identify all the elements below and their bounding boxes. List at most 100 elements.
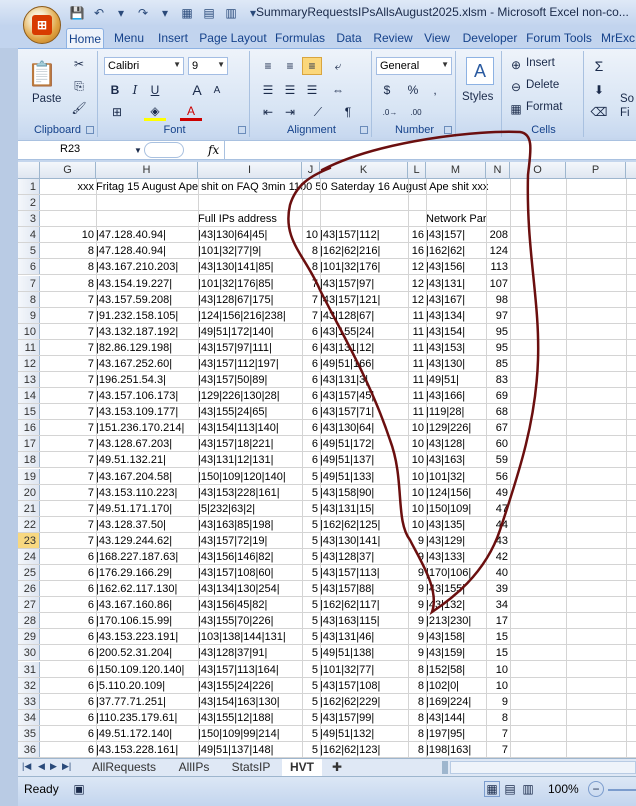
tab-review[interactable]: Review	[372, 28, 414, 48]
macro-record-icon[interactable]: ▣	[70, 781, 88, 797]
cell-n[interactable]: 113	[486, 259, 510, 274]
text-direction-icon[interactable]: ¶	[336, 103, 360, 121]
cell-g[interactable]: 6	[40, 710, 96, 725]
cell-j[interactable]: 5	[302, 533, 320, 548]
cell-m[interactable]: |43|130|	[426, 356, 486, 371]
save-icon[interactable]: 💾	[68, 4, 86, 22]
cell-h[interactable]: |43.154.19.227|	[96, 276, 198, 291]
cell-m[interactable]: |43|163|	[426, 452, 486, 467]
cell-l[interactable]: 8	[408, 726, 426, 741]
row-header[interactable]: 29	[18, 629, 40, 645]
cell-m[interactable]: |43|144|	[426, 710, 486, 725]
paste-icon[interactable]: 📋	[26, 57, 58, 91]
row-header[interactable]: 4	[18, 227, 40, 243]
row-header[interactable]: 3	[18, 211, 40, 227]
cell-h[interactable]: |43.157.59.208|	[96, 292, 198, 307]
column-header-n[interactable]: N	[486, 162, 510, 179]
row-header[interactable]: 8	[18, 291, 40, 307]
cell-m[interactable]: |43|129|	[426, 533, 486, 548]
cell-m[interactable]: |43|153|	[426, 340, 486, 355]
row-header[interactable]: 32	[18, 677, 40, 693]
cell-l[interactable]: 10	[408, 420, 426, 435]
cell-j[interactable]: 5	[302, 742, 320, 757]
prev-sheet-icon[interactable]: ◀	[38, 761, 45, 772]
cell-j[interactable]: 10	[302, 227, 320, 242]
tab-forum-tools[interactable]: Forum Tools	[524, 28, 594, 48]
column-header-g[interactable]: G	[40, 162, 96, 179]
cell-j[interactable]: 5	[302, 694, 320, 709]
cell-m[interactable]: |169|224|	[426, 694, 486, 709]
zoom-level[interactable]: 100%	[548, 782, 579, 796]
row-header[interactable]: 31	[18, 661, 40, 677]
font-name-combo[interactable]: Calibri ▼	[104, 57, 184, 75]
cell-h[interactable]: |162.62.117.130|	[96, 581, 198, 596]
cell-h[interactable]: |43.167.252.60|	[96, 356, 198, 371]
cell-k[interactable]: |43|155|24|	[320, 324, 408, 339]
cell-k[interactable]: |49|51|132|	[320, 726, 408, 741]
cell-m[interactable]: |43|133|	[426, 549, 486, 564]
row-header[interactable]: 14	[18, 388, 40, 404]
cell-m[interactable]: |197|95|	[426, 726, 486, 741]
cell-h[interactable]: |47.128.40.94|	[96, 227, 198, 242]
tab-mrexcel[interactable]: MrExc	[600, 28, 636, 48]
cell-g[interactable]: 6	[40, 581, 96, 596]
cell-i[interactable]: |43|157|18|221|	[198, 436, 302, 451]
worksheet-grid[interactable]: G H I J K L M N O P 1 xxx Fritag 15 August…	[18, 162, 636, 758]
row-header[interactable]: 23	[18, 532, 40, 548]
cell-n[interactable]: 10	[486, 678, 510, 693]
cell-k[interactable]: |43|157|113|	[320, 565, 408, 580]
cell-g[interactable]: 6	[40, 726, 96, 741]
cell-i[interactable]: |150|109|120|140|	[198, 469, 302, 484]
cell-h[interactable]: |43.153.109.177|	[96, 404, 198, 419]
cell-m[interactable]: |43|159|	[426, 645, 486, 660]
cell-h[interactable]	[96, 195, 198, 210]
cell-h[interactable]: |43.153.223.191|	[96, 629, 198, 644]
row-header[interactable]: 22	[18, 516, 40, 532]
cell-n[interactable]: 95	[486, 340, 510, 355]
find-select-button[interactable]: Fi	[620, 107, 630, 119]
cell-l[interactable]: 10	[408, 436, 426, 451]
cell-m[interactable]: |43|155|	[426, 581, 486, 596]
cell-h[interactable]: |91.232.158.105|	[96, 308, 198, 323]
cell-i[interactable]: |124|156|216|238|	[198, 308, 302, 323]
cell-n[interactable]: 208	[486, 227, 510, 242]
cell-j[interactable]: 6	[302, 340, 320, 355]
grow-font-button[interactable]: A	[188, 81, 206, 99]
cell-k[interactable]: |43|131|46|	[320, 629, 408, 644]
cell-n[interactable]: 59	[486, 452, 510, 467]
cell-k[interactable]: |49|51|133|	[320, 469, 408, 484]
row-header[interactable]: 26	[18, 581, 40, 597]
cell-k[interactable]	[320, 179, 408, 194]
dropdown-icon[interactable]: ▾	[156, 4, 174, 22]
cell-n[interactable]: 56	[486, 469, 510, 484]
row-header[interactable]: 35	[18, 725, 40, 741]
currency-button[interactable]: $	[376, 81, 398, 99]
cell-k[interactable]: |43|130|64|	[320, 420, 408, 435]
cell-n[interactable]: 9	[486, 694, 510, 709]
bold-button[interactable]: B	[106, 81, 124, 99]
cell-i[interactable]: |43|128|37|91|	[198, 645, 302, 660]
cell-g[interactable]: 7	[40, 404, 96, 419]
insert-cells-icon[interactable]: ⊕	[508, 57, 524, 73]
cell-g[interactable]: 7	[40, 324, 96, 339]
cell-j[interactable]: 6	[302, 324, 320, 339]
tab-menu[interactable]: Menu	[110, 28, 148, 48]
cell-i[interactable]: |43|157|108|60|	[198, 565, 302, 580]
font-color-icon[interactable]: A	[180, 103, 202, 121]
cell-n[interactable]	[486, 195, 510, 210]
cell-j[interactable]: 5	[302, 565, 320, 580]
row-header[interactable]: 13	[18, 372, 40, 388]
cell-j[interactable]: 5	[302, 662, 320, 677]
align-middle-icon[interactable]: ≡	[280, 57, 300, 75]
cell-g[interactable]: 7	[40, 533, 96, 548]
cell-h[interactable]: |43.132.187.192|	[96, 324, 198, 339]
cell-j[interactable]: 5	[302, 710, 320, 725]
column-header-i[interactable]: I	[198, 162, 302, 179]
cell-m[interactable]: |43|156|	[426, 259, 486, 274]
cell-g[interactable]: 7	[40, 501, 96, 516]
grid-icon[interactable]: ▤	[200, 4, 218, 22]
comma-button[interactable]: ,	[426, 81, 444, 99]
cell-j[interactable]	[302, 211, 320, 226]
cell-g[interactable]: 6	[40, 662, 96, 677]
sheet-tab-allips[interactable]: AllIPs	[170, 759, 218, 776]
